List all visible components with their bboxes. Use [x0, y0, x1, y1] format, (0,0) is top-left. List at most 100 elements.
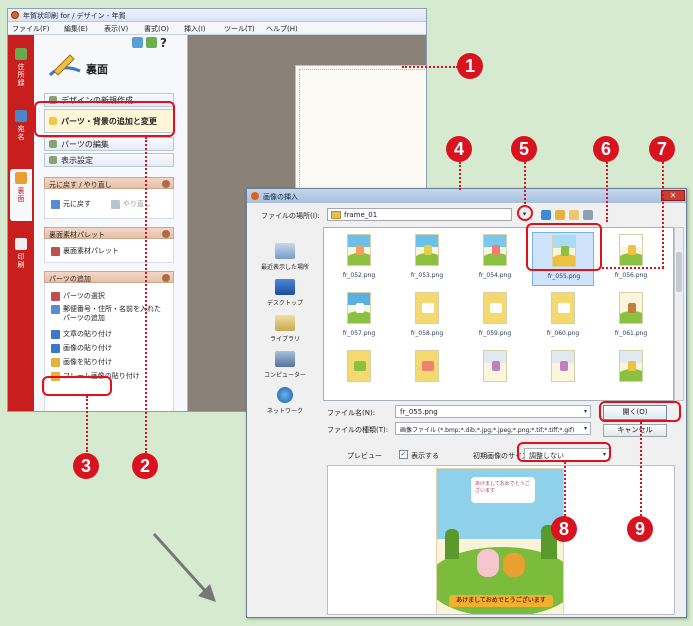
place-network[interactable]: ネットワーク	[251, 387, 319, 415]
preview-label: プレビュー	[347, 452, 382, 460]
edit-parts-button[interactable]: パーツの編集	[44, 137, 174, 151]
menu-format[interactable]: 書式(O)	[144, 24, 169, 34]
file-item[interactable]: fr_060.png	[532, 290, 594, 344]
file-item[interactable]: fr_058.png	[396, 290, 458, 344]
menu-insert[interactable]: 挿入(I)	[184, 24, 206, 34]
recipient-icon	[15, 110, 27, 122]
palette-icon	[51, 246, 60, 256]
file-item[interactable]: fr_057.png	[328, 290, 390, 344]
file-list-scrollbar[interactable]	[674, 227, 684, 401]
dialog-title: 画像の挿入	[263, 193, 298, 201]
file-list: fr_052.png fr_053.png fr_054.png fr_055.…	[323, 227, 674, 401]
file-thumbnail	[619, 234, 643, 266]
file-thumbnail	[415, 234, 439, 266]
leader-line-5	[524, 162, 526, 204]
place-recent[interactable]: 最近表示した場所	[251, 243, 319, 271]
paste-text-item[interactable]: 文章の貼り付け	[51, 329, 112, 339]
paste-image-item[interactable]: 画像を貼り付け	[51, 357, 112, 367]
collapse-icon[interactable]	[162, 180, 170, 188]
file-item[interactable]: fr_059.png	[464, 290, 526, 344]
cancel-button[interactable]: キャンセル	[603, 424, 667, 437]
library-icon	[275, 315, 295, 331]
undo-button[interactable]: 元に戻す	[51, 199, 91, 209]
view-menu-icon[interactable]	[583, 210, 593, 220]
add-parts-section-header[interactable]: パーツの追加	[44, 271, 174, 283]
chevron-down-icon[interactable]: ▾	[584, 408, 587, 415]
place-desktop[interactable]: デスクトップ	[251, 279, 319, 307]
design-icon	[15, 172, 27, 184]
filetype-select[interactable]: 画像ファイル (*.bmp;*.dib;*.jpg;*.jpeg;*.png;*…	[395, 422, 591, 435]
side-tab-strip: 住所録 宛名 裏面 印刷	[8, 35, 34, 411]
printer-icon	[15, 238, 27, 250]
leader-line-6	[606, 162, 608, 222]
menu-edit[interactable]: 編集(E)	[64, 24, 88, 34]
collapse-icon[interactable]	[162, 230, 170, 238]
display-settings-button[interactable]: 表示設定	[44, 153, 174, 167]
menu-tools[interactable]: ツール(T)	[224, 24, 255, 34]
shield-icon[interactable]	[146, 37, 157, 48]
filename-label: ファイル名(N):	[327, 409, 376, 417]
file-item[interactable]	[532, 348, 594, 400]
leader-line-1	[402, 66, 458, 68]
look-in-label: ファイルの場所(I):	[261, 212, 320, 220]
menu-view[interactable]: 表示(V)	[104, 24, 128, 34]
show-preview-checkbox[interactable]: ✓	[399, 450, 408, 459]
place-computer[interactable]: コンピューター	[251, 351, 319, 379]
marker-1: 1	[457, 53, 483, 79]
file-item[interactable]	[328, 348, 390, 400]
look-in-select[interactable]: frame_01	[327, 208, 512, 221]
file-item[interactable]: fr_054.png	[464, 232, 526, 286]
menubar: ファイル(F) 編集(E) 表示(V) 書式(O) 挿入(I) ツール(T) ヘ…	[8, 22, 426, 35]
highlight-add-parts	[34, 101, 175, 137]
preview-rabbit	[477, 549, 499, 577]
tab-back-design[interactable]: 裏面	[10, 169, 32, 221]
scrollbar-thumb[interactable]	[676, 252, 682, 292]
palette-button[interactable]: 裏面素材パレット	[51, 246, 119, 256]
highlight-paste-image	[42, 376, 112, 396]
window-title: 年賀状印刷 for / デザイン - 年賀	[23, 12, 126, 20]
leader-line-2	[145, 137, 147, 453]
place-library[interactable]: ライブラリ	[251, 315, 319, 343]
collapse-icon[interactable]	[162, 274, 170, 282]
file-item[interactable]: fr_052.png	[328, 232, 390, 286]
select-icon	[51, 291, 60, 301]
redo-icon	[111, 199, 120, 209]
tab-print[interactable]: 印刷	[10, 235, 32, 283]
file-item[interactable]	[464, 348, 526, 400]
leader-line-8	[564, 462, 566, 516]
new-folder-icon[interactable]	[569, 210, 579, 220]
paste-vertical-text-item[interactable]: 画像の貼り付け	[51, 343, 112, 353]
preview-banner: あけましておめでとうございます	[449, 595, 553, 607]
arrow-down-right-icon	[152, 532, 216, 602]
file-item[interactable]	[600, 348, 662, 400]
leader-line-9	[640, 422, 642, 516]
undo-section-header[interactable]: 元に戻す / やり直し	[44, 177, 174, 189]
menu-help[interactable]: ヘルプ(H)	[266, 24, 298, 34]
select-parts-item[interactable]: パーツの選択	[51, 291, 105, 301]
chevron-down-icon[interactable]: ▾	[584, 425, 587, 432]
back-icon[interactable]	[541, 210, 551, 220]
preview-pane: あけましておめでとうございます あけましておめでとうございます	[327, 465, 675, 615]
file-item[interactable]: fr_053.png	[396, 232, 458, 286]
menu-file[interactable]: ファイル(F)	[12, 24, 50, 34]
file-thumbnail	[415, 292, 439, 324]
file-thumbnail	[347, 292, 371, 324]
tab-address-book[interactable]: 住所録	[10, 45, 32, 95]
tab-recipient[interactable]: 宛名	[10, 107, 32, 155]
filename-input[interactable]: fr_055.png ▾	[395, 405, 591, 418]
preview-image: あけましておめでとうございます あけましておめでとうございます	[436, 468, 564, 614]
file-item[interactable]	[396, 348, 458, 400]
recent-places-icon	[275, 243, 295, 259]
file-item[interactable]: fr_056.png	[600, 232, 662, 286]
file-thumbnail	[347, 350, 371, 382]
palette-section-header[interactable]: 裏面素材パレット	[44, 227, 174, 239]
vertical-text-icon	[51, 343, 60, 353]
file-item[interactable]: fr_061.png	[600, 290, 662, 344]
close-icon[interactable]: ✕	[661, 190, 685, 201]
marker-4: 4	[446, 136, 472, 162]
computer-icon	[275, 351, 295, 367]
help-icon[interactable]: ?	[160, 36, 167, 50]
home-icon[interactable]	[132, 37, 143, 48]
places-bar: 最近表示した場所 デスクトップ ライブラリ コンピューター ネットワーク	[251, 227, 319, 425]
up-folder-icon[interactable]	[555, 210, 565, 220]
